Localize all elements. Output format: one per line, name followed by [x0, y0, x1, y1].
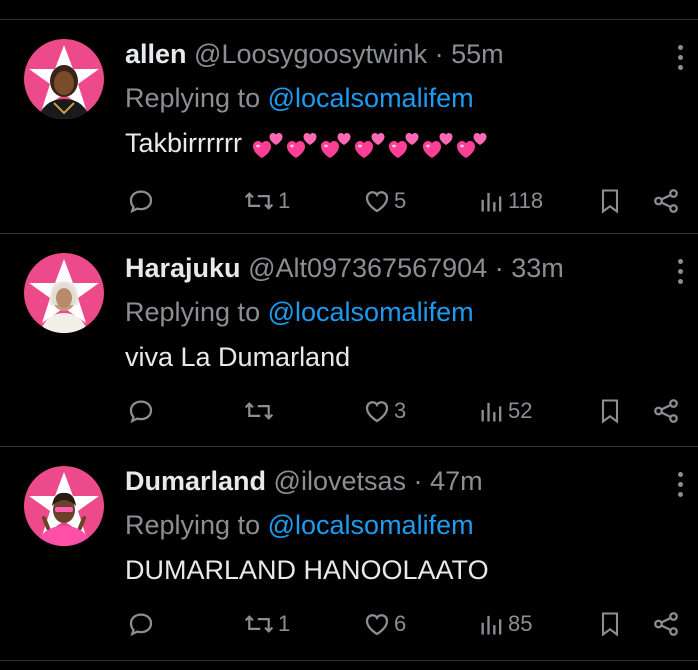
- retweet-button[interactable]: 1: [242, 181, 290, 221]
- separator: ·: [413, 466, 423, 496]
- views-button[interactable]: 118: [478, 181, 543, 221]
- action-bar: 1 5 118: [0, 181, 698, 221]
- separator: ·: [494, 253, 504, 283]
- action-bar: 3 52: [0, 391, 698, 431]
- share-button[interactable]: [651, 181, 681, 221]
- like-button[interactable]: 5: [362, 181, 406, 221]
- divider: [0, 660, 698, 661]
- user-handle[interactable]: @Loosygoosytwink: [194, 39, 427, 69]
- tweet-text-content: Takbirrrrrr: [125, 128, 242, 158]
- avatar[interactable]: [24, 39, 104, 119]
- timestamp[interactable]: 33m: [511, 253, 564, 283]
- tweet-2[interactable]: Harajuku @Alt097367567904 · 33m Replying…: [0, 233, 698, 446]
- replying-prefix: Replying to: [125, 510, 261, 540]
- bookmark-icon: [601, 612, 619, 637]
- reply-icon: [129, 613, 153, 637]
- two-hearts-emoji: [422, 132, 452, 158]
- like-icon: [365, 191, 389, 213]
- action-bar: 1 6 85: [0, 604, 698, 644]
- bookmark-icon: [601, 189, 619, 214]
- emoji-row: [250, 128, 488, 158]
- tweet-text: Takbirrrrrr: [125, 125, 488, 161]
- views-button[interactable]: 85: [478, 604, 532, 644]
- tweet-header: allen @Loosygoosytwink · 55m: [125, 36, 504, 72]
- separator: ·: [434, 39, 444, 69]
- display-name[interactable]: Dumarland: [125, 466, 266, 496]
- avatar[interactable]: [24, 253, 104, 333]
- retweet-icon: [244, 402, 274, 420]
- views-icon: [481, 615, 502, 635]
- like-button[interactable]: 3: [362, 391, 406, 431]
- replying-to: Replying to @localsomalifem: [125, 507, 474, 543]
- more-icon[interactable]: [676, 259, 684, 289]
- avatar[interactable]: [24, 466, 104, 546]
- retweet-icon: [244, 192, 274, 210]
- replying-prefix: Replying to: [125, 297, 261, 327]
- tweet-text: DUMARLAND HANOOLAATO: [125, 552, 489, 588]
- bookmark-button[interactable]: [596, 181, 624, 221]
- like-icon: [365, 401, 389, 423]
- tweet-header: Harajuku @Alt097367567904 · 33m: [125, 250, 564, 286]
- display-name[interactable]: allen: [125, 39, 187, 69]
- reply-button[interactable]: [126, 604, 158, 644]
- share-icon: [654, 612, 678, 636]
- replying-to: Replying to @localsomalifem: [125, 80, 474, 116]
- bookmark-button[interactable]: [596, 391, 624, 431]
- tweet-text: viva La Dumarland: [125, 339, 350, 375]
- tweet-text-content: DUMARLAND HANOOLAATO: [125, 555, 489, 585]
- user-handle[interactable]: @Alt097367567904: [248, 253, 487, 283]
- reply-button[interactable]: [126, 181, 158, 221]
- tweet-header: Dumarland @ilovetsas · 47m: [125, 463, 483, 499]
- views-button[interactable]: 52: [478, 391, 532, 431]
- reply-icon: [129, 400, 153, 424]
- tweet-1[interactable]: allen @Loosygoosytwink · 55m Replying to…: [0, 19, 698, 233]
- retweet-button[interactable]: [242, 391, 278, 431]
- timestamp[interactable]: 55m: [451, 39, 504, 69]
- mention-link[interactable]: @localsomalifem: [268, 297, 474, 327]
- more-icon[interactable]: [676, 45, 684, 75]
- retweet-button[interactable]: 1: [242, 604, 290, 644]
- replying-to: Replying to @localsomalifem: [125, 294, 474, 330]
- two-hearts-emoji: [388, 132, 418, 158]
- views-icon: [481, 192, 502, 212]
- bookmark-button[interactable]: [596, 604, 624, 644]
- like-button[interactable]: 6: [362, 604, 406, 644]
- two-hearts-emoji: [456, 132, 486, 158]
- bookmark-icon: [601, 399, 619, 424]
- tweet-text-content: viva La Dumarland: [125, 342, 351, 372]
- reply-icon: [129, 190, 153, 214]
- more-icon[interactable]: [676, 472, 684, 502]
- user-handle[interactable]: @ilovetsas: [274, 466, 406, 496]
- two-hearts-emoji: [354, 132, 384, 158]
- like-icon: [365, 614, 389, 636]
- views-icon: [481, 402, 502, 422]
- replying-prefix: Replying to: [125, 83, 261, 113]
- share-button[interactable]: [651, 391, 681, 431]
- tweet-3[interactable]: Dumarland @ilovetsas · 47m Replying to @…: [0, 446, 698, 660]
- two-hearts-emoji: [252, 132, 282, 158]
- two-hearts-emoji: [286, 132, 316, 158]
- display-name[interactable]: Harajuku: [125, 253, 241, 283]
- retweet-icon: [244, 615, 274, 633]
- reply-button[interactable]: [126, 391, 158, 431]
- mention-link[interactable]: @localsomalifem: [268, 510, 474, 540]
- share-icon: [654, 399, 678, 423]
- two-hearts-emoji: [320, 132, 350, 158]
- share-icon: [654, 189, 678, 213]
- mention-link[interactable]: @localsomalifem: [268, 83, 474, 113]
- timestamp[interactable]: 47m: [430, 466, 483, 496]
- share-button[interactable]: [651, 604, 681, 644]
